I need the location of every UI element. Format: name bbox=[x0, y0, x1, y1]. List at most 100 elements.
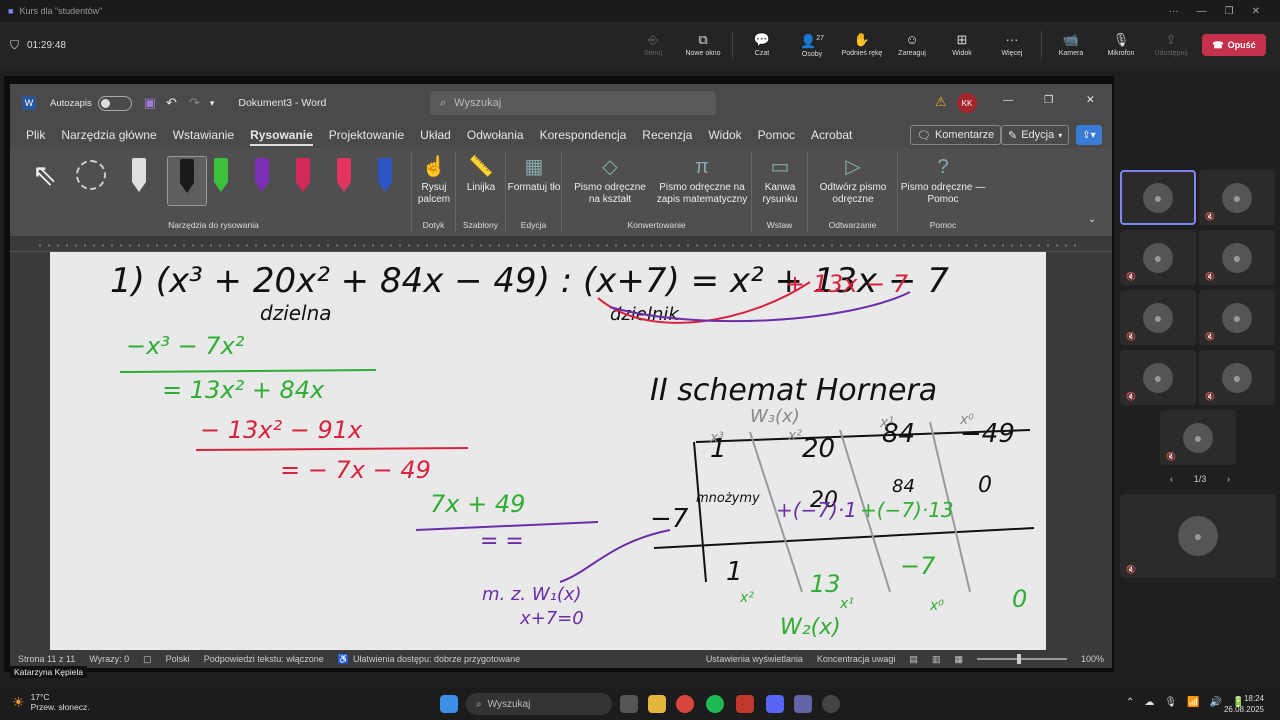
minimize-icon[interactable]: — bbox=[1197, 6, 1207, 17]
participant-tile[interactable]: ● 🔇 bbox=[1120, 290, 1196, 345]
task-view-icon[interactable] bbox=[620, 695, 638, 713]
collapse-ribbon-icon[interactable]: ⌄ bbox=[1088, 214, 1096, 225]
chat-button[interactable]: 💬 Czat bbox=[737, 33, 787, 58]
pen-1[interactable] bbox=[167, 156, 207, 206]
discord-icon[interactable] bbox=[766, 695, 784, 713]
tab-design[interactable]: Projektowanie bbox=[321, 122, 412, 148]
share-button[interactable]: ⇪ Udostępnij bbox=[1146, 33, 1196, 58]
redo-icon[interactable]: ↷ bbox=[189, 95, 200, 111]
pen-6[interactable] bbox=[372, 156, 396, 196]
tab-layout[interactable]: Układ bbox=[412, 122, 459, 148]
lasso-select-icon[interactable] bbox=[76, 160, 106, 190]
language[interactable]: Polski bbox=[166, 654, 190, 664]
minimize-icon[interactable]: — bbox=[1003, 94, 1014, 106]
tab-draw[interactable]: Rysowanie bbox=[242, 122, 321, 148]
file-explorer-icon[interactable] bbox=[648, 695, 666, 713]
pen-0[interactable] bbox=[126, 156, 150, 196]
pen-2[interactable] bbox=[208, 156, 232, 196]
tab-references[interactable]: Odwołania bbox=[459, 122, 532, 148]
participant-tile[interactable]: ● 🔇 bbox=[1199, 170, 1275, 225]
tab-file[interactable]: Plik bbox=[18, 122, 53, 148]
participant-tile[interactable]: ● 🔇 bbox=[1120, 350, 1196, 405]
share-doc-button[interactable]: ⇪▾ bbox=[1076, 125, 1102, 145]
tab-review[interactable]: Recenzja bbox=[634, 122, 700, 148]
draw-with-touch-button[interactable]: ☝ Rysuj palcem bbox=[412, 156, 456, 206]
tab-insert[interactable]: Wstawianie bbox=[165, 122, 242, 148]
pen-3[interactable] bbox=[249, 156, 273, 196]
comments-button[interactable]: 🗨 Komentarze bbox=[910, 125, 1002, 145]
tab-help[interactable]: Pomoc bbox=[750, 122, 803, 148]
ink-to-shape-button[interactable]: ◇ Pismo odręczne na kształt bbox=[568, 156, 652, 206]
web-layout-icon[interactable]: ▦ bbox=[954, 654, 963, 665]
participant-tile[interactable]: ● 🔇 bbox=[1160, 410, 1236, 465]
autosave-toggle[interactable] bbox=[97, 95, 132, 111]
cloud-icon[interactable]: ☁ bbox=[1144, 697, 1154, 708]
participant-tile[interactable]: ● bbox=[1120, 170, 1196, 225]
tab-mailings[interactable]: Korespondencja bbox=[532, 122, 635, 148]
text-predictions[interactable]: Podpowiedzi tekstu: włączone bbox=[204, 654, 324, 664]
save-icon[interactable]: ▣ bbox=[144, 95, 156, 111]
undo-icon[interactable]: ↶ bbox=[166, 95, 177, 111]
participant-tile[interactable]: ● 🔇 bbox=[1199, 350, 1275, 405]
obs-icon[interactable] bbox=[822, 695, 840, 713]
focus-mode[interactable]: Koncentracja uwagi bbox=[817, 654, 896, 664]
participant-tile[interactable]: ● 🔇 bbox=[1120, 230, 1196, 285]
proofing-icon[interactable]: ▢ bbox=[143, 654, 152, 665]
view-button[interactable]: ⊞ Widok bbox=[937, 33, 987, 58]
wifi-icon[interactable]: 📶 bbox=[1187, 697, 1199, 708]
close-icon[interactable]: ✕ bbox=[1086, 94, 1095, 106]
self-view-tile[interactable]: ● 🔇 bbox=[1120, 494, 1276, 578]
ink-help-button[interactable]: ? Pismo odręczne — Pomoc bbox=[898, 156, 988, 206]
raise-hand-button[interactable]: ✋ Podnieś rękę bbox=[837, 33, 887, 58]
ruler-button[interactable]: 📏 Linijka bbox=[456, 156, 506, 194]
start-icon[interactable] bbox=[440, 695, 458, 713]
display-settings[interactable]: Ustawienia wyświetlania bbox=[706, 654, 803, 664]
app-icon[interactable] bbox=[736, 695, 754, 713]
zoom-slider[interactable] bbox=[976, 654, 1067, 664]
accessibility-status[interactable]: Ułatwienia dostępu: dobrze przygotowane bbox=[353, 654, 520, 664]
more-options-icon[interactable]: ··· bbox=[1169, 6, 1179, 17]
more-button[interactable]: ··· Więcej bbox=[987, 33, 1037, 58]
format-background-button[interactable]: ▦ Formatuj tło bbox=[506, 156, 562, 194]
leave-button[interactable]: ☎ Opuść bbox=[1202, 34, 1266, 56]
zoom-level[interactable]: 100% bbox=[1081, 654, 1112, 664]
tab-acrobat[interactable]: Acrobat bbox=[803, 122, 860, 148]
volume-icon[interactable]: 🔊 bbox=[1210, 697, 1222, 708]
pen-4[interactable] bbox=[290, 156, 314, 196]
customize-icon[interactable]: ▾ bbox=[210, 98, 215, 109]
clock[interactable]: 18:24 26.08.2025 bbox=[1224, 693, 1264, 715]
teams-icon[interactable] bbox=[794, 695, 812, 713]
weather-widget[interactable]: ☀ 17°C Przew. słonecz. bbox=[12, 692, 90, 712]
print-layout-icon[interactable]: ▥ bbox=[932, 654, 941, 665]
read-mode-icon[interactable]: ▤ bbox=[909, 654, 918, 665]
microphone-icon[interactable]: 🎙 bbox=[1164, 697, 1177, 708]
avatar[interactable]: KK bbox=[957, 93, 977, 113]
select-cursor-icon[interactable]: ⇖ bbox=[32, 158, 57, 193]
people-button[interactable]: 👤27 Osoby bbox=[787, 32, 837, 59]
camera-button[interactable]: 📹 Kamera bbox=[1046, 33, 1096, 58]
page-count[interactable]: Strona 11 z 11 bbox=[18, 654, 75, 664]
editing-mode-button[interactable]: ✎ Edycja ▾ bbox=[1001, 125, 1070, 145]
drawing-canvas-button[interactable]: ▭ Kanwa rysunku bbox=[752, 156, 808, 206]
restore-icon[interactable]: ❐ bbox=[1225, 6, 1234, 17]
participant-tile[interactable]: ● 🔇 bbox=[1199, 290, 1275, 345]
ink-replay-button[interactable]: ▷ Odtwórz pismo odręczne bbox=[808, 156, 898, 206]
tab-view[interactable]: Widok bbox=[700, 122, 749, 148]
taskbar-search[interactable]: ⌕ Wyszukaj bbox=[466, 693, 612, 715]
spotify-icon[interactable] bbox=[706, 695, 724, 713]
control-button[interactable]: ⎆ Steruj bbox=[628, 33, 678, 58]
chevron-right-icon[interactable]: › bbox=[1227, 474, 1230, 484]
close-icon[interactable]: ✕ bbox=[1252, 6, 1260, 17]
warning-icon[interactable]: ⚠ bbox=[935, 94, 947, 110]
chevron-left-icon[interactable]: ‹ bbox=[1170, 474, 1173, 484]
word-count[interactable]: Wyrazy: 0 bbox=[89, 654, 129, 664]
restore-icon[interactable]: ❐ bbox=[1044, 94, 1053, 106]
chevron-up-icon[interactable]: ⌃ bbox=[1126, 697, 1134, 708]
new-window-button[interactable]: ⧉ Nowe okno bbox=[678, 33, 728, 58]
search-box[interactable]: ⌕ Wyszukaj bbox=[430, 91, 716, 115]
ink-to-math-button[interactable]: π Pismo odręczne na zapis matematyczny bbox=[652, 156, 752, 206]
document-page[interactable]: 1) (x³ + 20x² + 84x − 49) : (x+7) = x² +… bbox=[50, 252, 1046, 650]
participant-tile[interactable]: ● 🔇 bbox=[1199, 230, 1275, 285]
microphone-button[interactable]: 🎙 Mikrofon bbox=[1096, 33, 1146, 58]
react-button[interactable]: ☺ Zareaguj bbox=[887, 33, 937, 58]
